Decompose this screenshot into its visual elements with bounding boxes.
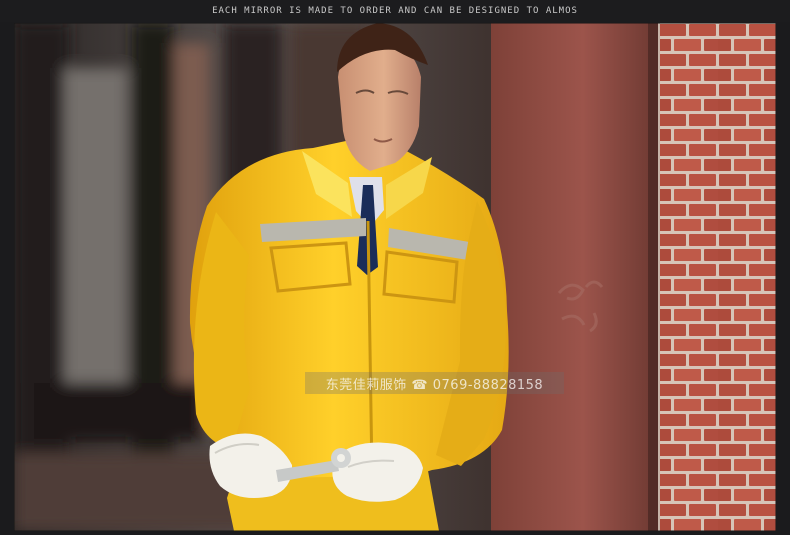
red-pillar: [491, 23, 658, 531]
caption-banner: EACH MIRROR IS MADE TO ORDER AND CAN BE …: [0, 0, 790, 22]
watermark-text: 东莞佳莉服饰 ☎ 0769-88828158: [325, 377, 544, 393]
photo-scene: [14, 23, 776, 531]
product-photo: 东莞佳莉服饰 ☎ 0769-88828158: [14, 23, 776, 531]
watermark: 东莞佳莉服饰 ☎ 0769-88828158: [305, 372, 564, 394]
brick-wall: [654, 23, 776, 531]
product-page: EACH MIRROR IS MADE TO ORDER AND CAN BE …: [0, 0, 790, 535]
